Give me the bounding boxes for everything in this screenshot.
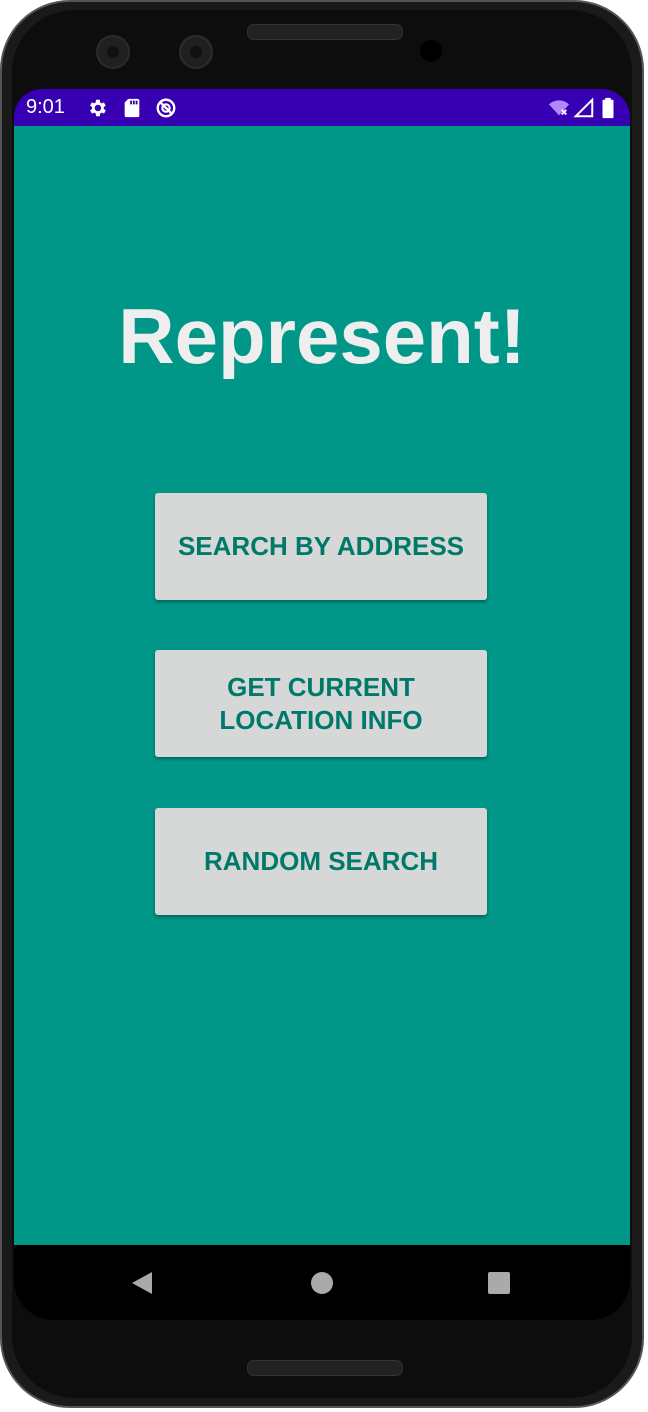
sd-card-icon bbox=[124, 98, 140, 118]
app-content: Represent! SEARCH BY ADDRESS GET CURRENT… bbox=[14, 126, 630, 1245]
battery-icon bbox=[602, 97, 614, 119]
earpiece-speaker bbox=[247, 24, 403, 40]
navigation-bar bbox=[14, 1245, 630, 1320]
wifi-icon bbox=[548, 100, 570, 116]
front-camera-icon bbox=[179, 35, 213, 69]
do-not-disturb-icon bbox=[156, 98, 176, 118]
app-title: Represent! bbox=[118, 292, 526, 380]
search-by-address-button[interactable]: SEARCH BY ADDRESS bbox=[155, 493, 487, 600]
gear-icon bbox=[90, 99, 106, 117]
signal-icon bbox=[573, 97, 594, 118]
device-screen: 9:01 Represent! SEARCH BY ADDRESS GET CU… bbox=[14, 89, 630, 1320]
back-icon[interactable] bbox=[128, 1269, 156, 1297]
front-camera-icon bbox=[96, 35, 130, 69]
recents-icon[interactable] bbox=[485, 1269, 513, 1297]
home-icon[interactable] bbox=[308, 1269, 336, 1297]
random-search-button[interactable]: RANDOM SEARCH bbox=[155, 808, 487, 915]
get-current-location-button[interactable]: GET CURRENT LOCATION INFO bbox=[155, 650, 487, 757]
status-bar: 9:01 bbox=[14, 89, 630, 126]
bottom-speaker bbox=[247, 1360, 403, 1376]
proximity-sensor bbox=[420, 40, 442, 62]
status-time: 9:01 bbox=[26, 96, 65, 118]
